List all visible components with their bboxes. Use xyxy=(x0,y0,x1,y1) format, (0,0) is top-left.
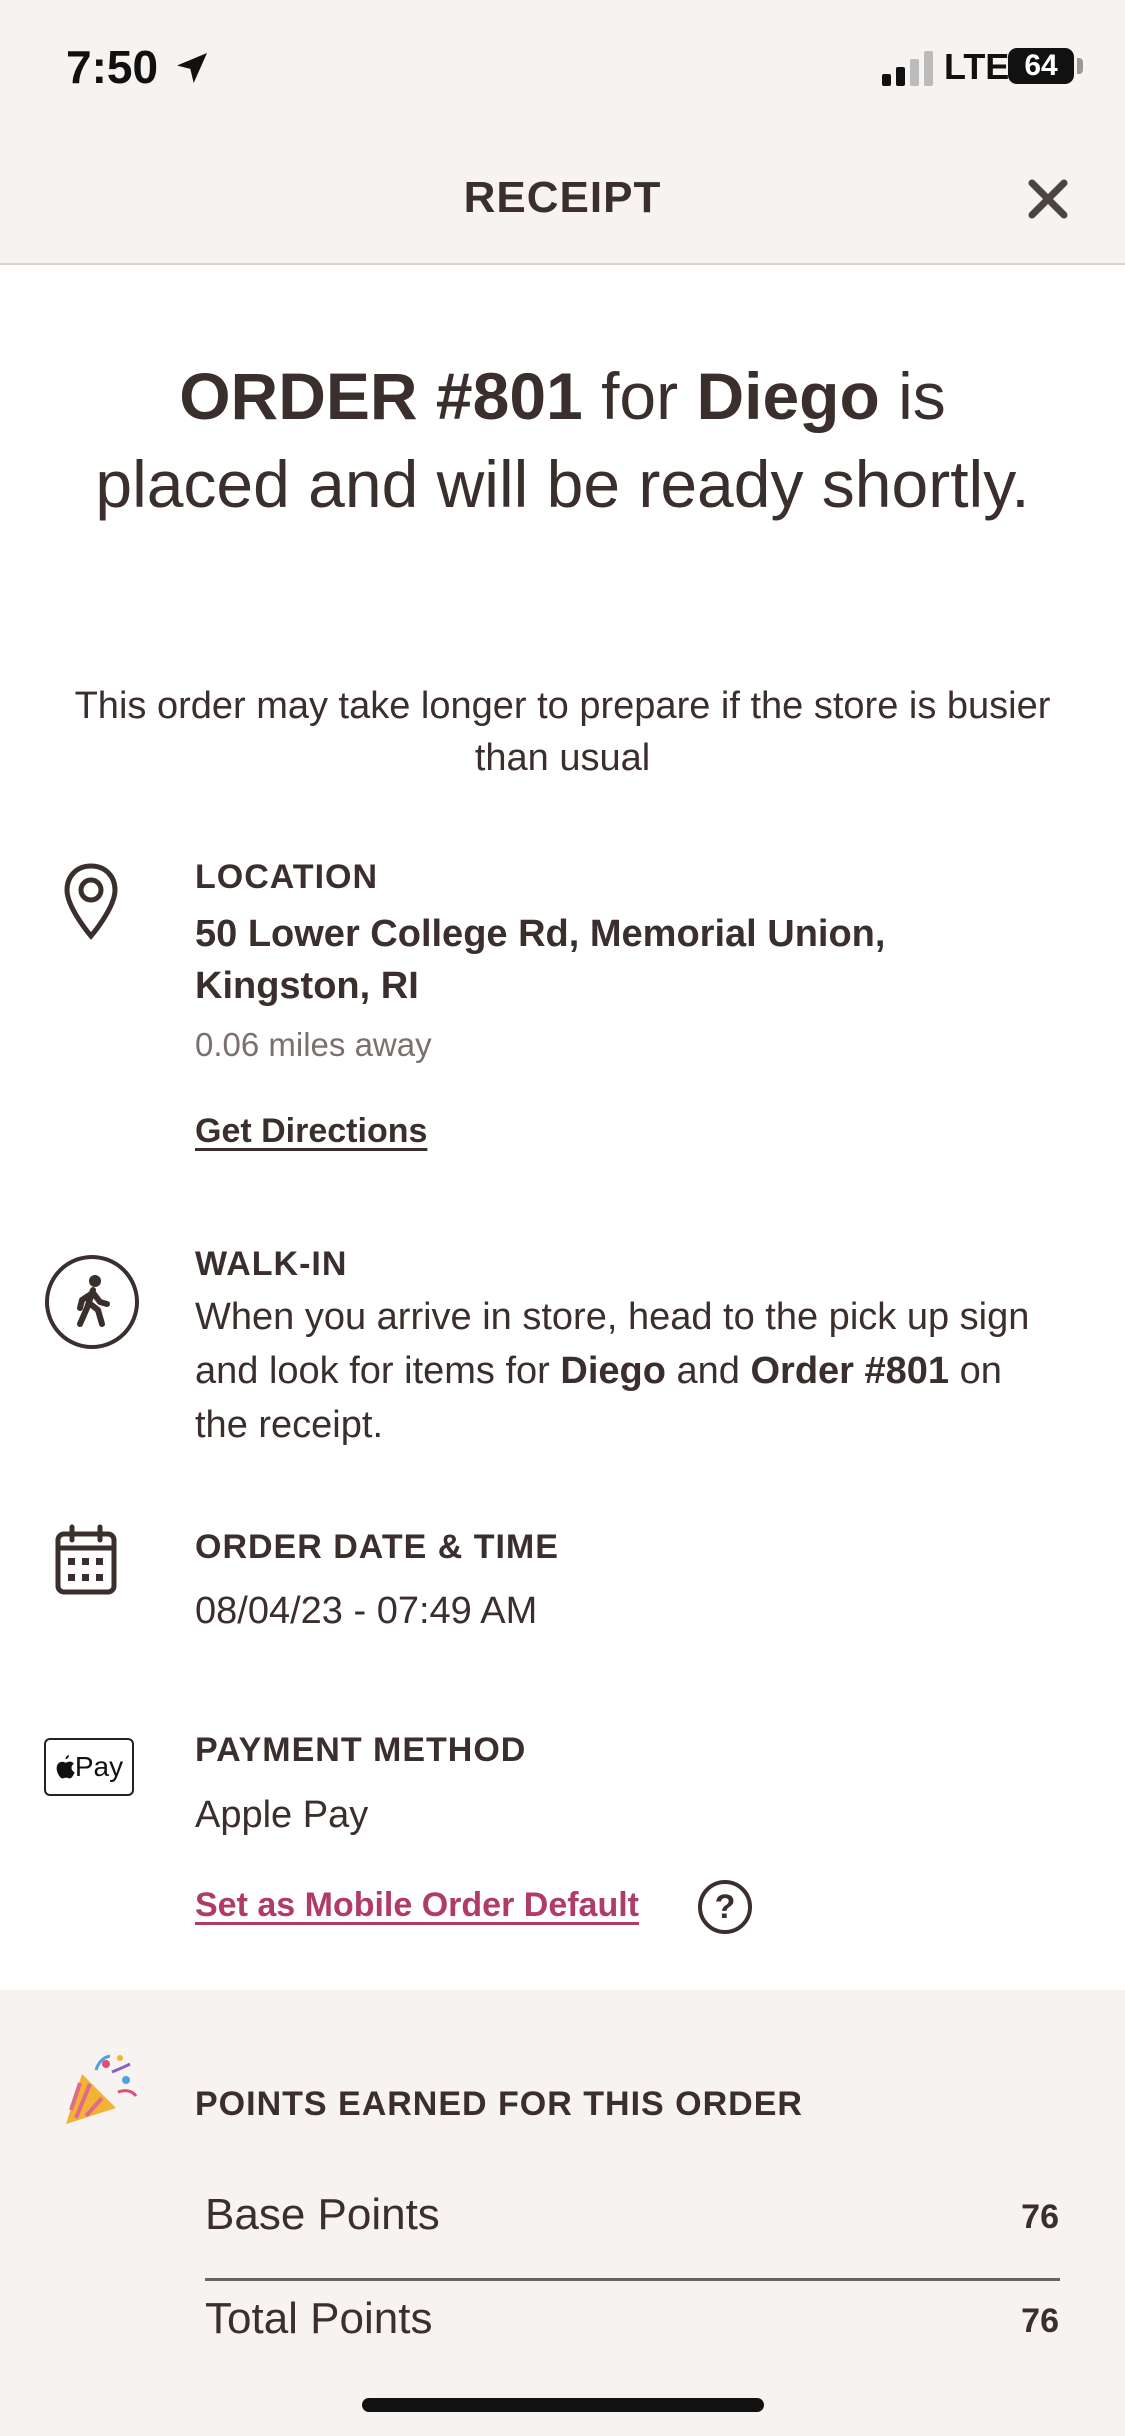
order-headline: ORDER #801 for Diego is placed and will … xyxy=(90,352,1035,528)
address-line-1: 50 Lower College Rd, Memorial Union, xyxy=(195,913,886,955)
apple-icon xyxy=(56,1755,75,1779)
walking-person-icon xyxy=(45,1255,139,1349)
points-divider xyxy=(205,2278,1060,2281)
page-title: RECEIPT xyxy=(463,173,662,222)
calendar-icon xyxy=(55,1524,117,1595)
network-type: LTE xyxy=(944,46,1010,87)
set-default-payment-link[interactable]: Set as Mobile Order Default xyxy=(195,1886,639,1925)
address-line-2: Kingston, RI xyxy=(195,965,419,1007)
walk-in-label: WALK-IN xyxy=(195,1245,348,1283)
battery-icon: 64 xyxy=(1008,48,1074,84)
apple-pay-logo-text: Pay xyxy=(74,1751,124,1782)
points-title: POINTS EARNED FOR THIS ORDER xyxy=(195,2085,803,2123)
walk-in-instructions: When you arrive in store, head to the pi… xyxy=(195,1290,1055,1452)
headline-for: for xyxy=(582,359,697,433)
order-time-value: 08/04/23 - 07:49 AM xyxy=(195,1590,538,1632)
payment-method-value: Apple Pay xyxy=(195,1794,369,1836)
signal-icon xyxy=(882,51,933,86)
battery-tip xyxy=(1077,58,1083,74)
walk-in-text-2: and xyxy=(665,1350,751,1392)
status-time: 7:50 xyxy=(66,41,159,93)
order-number: ORDER #801 xyxy=(179,359,583,433)
total-points-label: Total Points xyxy=(205,2294,433,2343)
home-indicator[interactable] xyxy=(362,2398,764,2412)
close-icon[interactable] xyxy=(1024,175,1072,223)
map-pin-icon xyxy=(64,863,118,940)
total-points-value: 76 xyxy=(1021,2302,1059,2340)
customer-name: Diego xyxy=(696,359,880,433)
walk-in-name: Diego xyxy=(560,1350,666,1392)
location-arrow-icon xyxy=(177,53,207,83)
prep-note: This order may take longer to prepare if… xyxy=(74,685,1051,779)
apple-pay-logo: Pay xyxy=(44,1738,134,1796)
points-panel xyxy=(0,1990,1125,2436)
base-points-value: 76 xyxy=(1021,2198,1059,2236)
distance-text: 0.06 miles away xyxy=(195,1026,432,1063)
location-label: LOCATION xyxy=(195,858,379,896)
help-icon[interactable]: ? xyxy=(698,1880,752,1934)
status-bar: 7:50 LTE 64 xyxy=(0,0,1125,135)
order-time-label: ORDER DATE & TIME xyxy=(195,1528,559,1566)
payment-method-label: PAYMENT METHOD xyxy=(195,1731,527,1769)
walk-in-order: Order #801 xyxy=(750,1350,950,1392)
header-bar: RECEIPT xyxy=(0,135,1125,265)
base-points-label: Base Points xyxy=(205,2190,440,2239)
get-directions-link[interactable]: Get Directions xyxy=(195,1112,427,1151)
party-popper-icon xyxy=(66,2054,138,2124)
